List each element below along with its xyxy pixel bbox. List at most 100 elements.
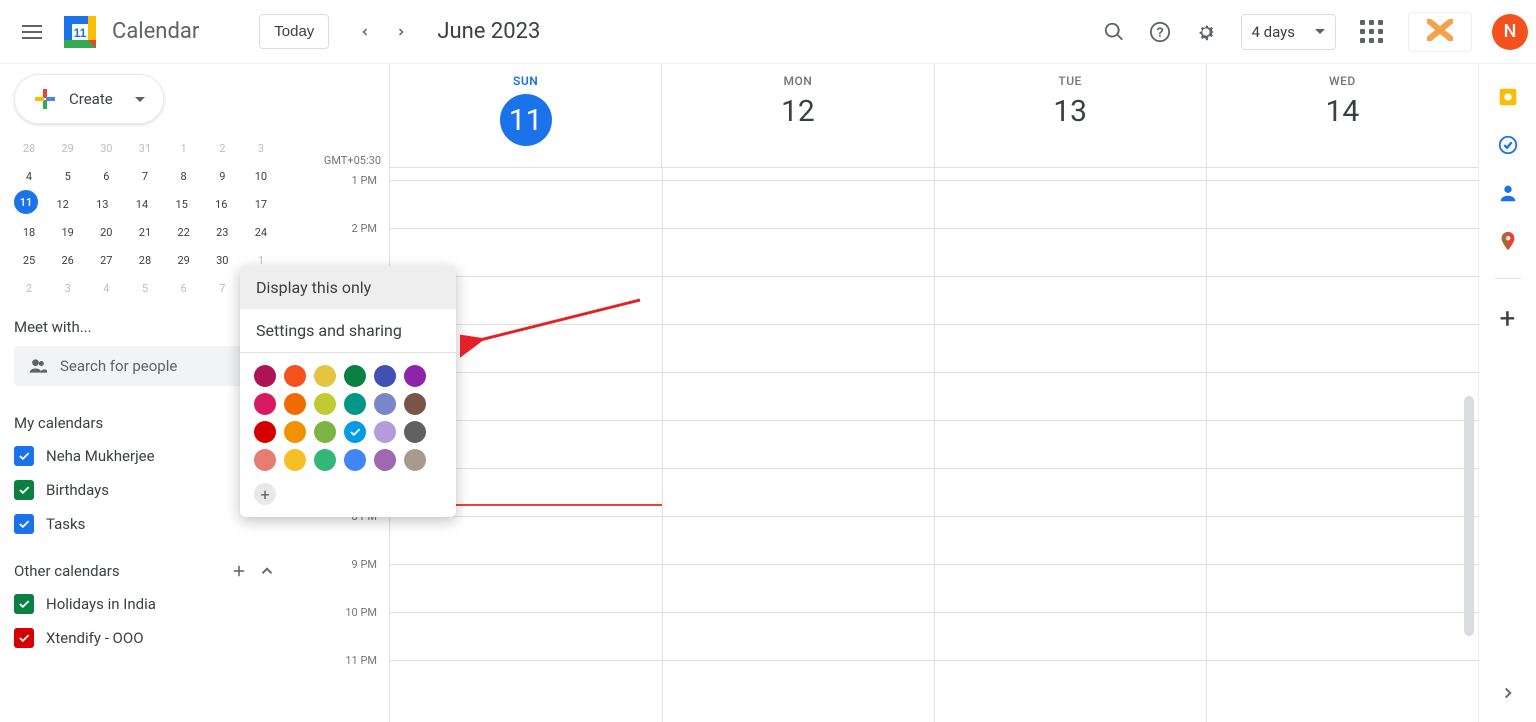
mini-cal-day[interactable]: 18 (14, 218, 44, 246)
mini-cal-day[interactable]: 27 (91, 246, 121, 274)
mini-cal-day[interactable]: 13 (87, 190, 117, 218)
mini-cal-day[interactable]: 8 (169, 162, 199, 190)
mini-cal-day[interactable]: 31 (130, 134, 160, 162)
google-apps-button[interactable] (1350, 11, 1392, 53)
contacts-button[interactable] (1497, 182, 1519, 204)
tasks-button[interactable] (1497, 134, 1519, 156)
mini-cal-day[interactable]: 6 (91, 162, 121, 190)
color-swatch[interactable] (374, 365, 396, 387)
mini-cal-day[interactable]: 26 (53, 246, 83, 274)
maps-button[interactable] (1497, 230, 1519, 252)
calendar-item[interactable]: Birthdays (14, 480, 276, 500)
mini-cal-day[interactable]: 15 (167, 190, 197, 218)
mini-cal-day[interactable]: 29 (169, 246, 199, 274)
support-button[interactable]: ? (1139, 11, 1181, 53)
mini-cal-day[interactable]: 16 (206, 190, 236, 218)
mini-cal-day[interactable]: 24 (246, 218, 276, 246)
settings-button[interactable] (1185, 11, 1227, 53)
mini-cal-day[interactable]: 5 (53, 162, 83, 190)
mini-cal-day[interactable]: 7 (207, 274, 237, 302)
extension-badge[interactable] (1408, 12, 1472, 52)
color-swatch[interactable] (404, 393, 426, 415)
calendar-checkbox[interactable] (14, 480, 34, 500)
calendar-checkbox[interactable] (14, 594, 34, 614)
account-avatar[interactable]: N (1492, 14, 1528, 50)
mini-cal-day[interactable]: 14 (127, 190, 157, 218)
mini-cal-day[interactable]: 30 (207, 246, 237, 274)
keep-button[interactable] (1497, 86, 1519, 108)
calendar-item[interactable]: Holidays in India (14, 594, 276, 614)
calendar-checkbox[interactable] (14, 514, 34, 534)
calendar-checkbox[interactable] (14, 446, 34, 466)
mini-cal-day[interactable]: 29 (53, 134, 83, 162)
mini-cal-day[interactable]: 2 (207, 134, 237, 162)
mini-cal-day[interactable]: 7 (130, 162, 160, 190)
get-addons-button[interactable]: + (1500, 305, 1516, 333)
main-menu-button[interactable] (8, 8, 56, 56)
color-swatch[interactable] (404, 449, 426, 471)
calendar-item[interactable]: Tasks (14, 514, 276, 534)
color-swatch[interactable] (284, 421, 306, 443)
color-swatch[interactable] (254, 421, 276, 443)
collapse-other-calendars-button[interactable] (258, 562, 276, 580)
color-swatch[interactable] (254, 449, 276, 471)
calendar-checkbox[interactable] (14, 628, 34, 648)
today-button[interactable]: Today (259, 14, 329, 49)
color-swatch[interactable] (344, 365, 366, 387)
mini-cal-day[interactable]: 12 (48, 190, 78, 218)
mini-cal-day[interactable]: 5 (130, 274, 160, 302)
search-button[interactable] (1093, 11, 1135, 53)
mini-cal-day[interactable]: 25 (14, 246, 44, 274)
day-header[interactable]: TUE13 (935, 64, 1207, 167)
mini-cal-day[interactable]: 9 (207, 162, 237, 190)
mini-cal-day[interactable]: 19 (53, 218, 83, 246)
mini-cal-day[interactable]: 6 (169, 274, 199, 302)
color-swatch[interactable] (254, 393, 276, 415)
calendar-item[interactable]: Neha Mukherjee (14, 446, 276, 466)
mini-cal-day[interactable]: 3 (246, 134, 276, 162)
color-swatch[interactable] (314, 365, 336, 387)
color-swatch[interactable] (374, 449, 396, 471)
color-swatch[interactable] (284, 449, 306, 471)
scrollbar-thumb[interactable] (1464, 396, 1474, 636)
mini-cal-day[interactable]: 17 (246, 190, 276, 218)
mini-cal-day[interactable]: 4 (91, 274, 121, 302)
color-swatch[interactable] (404, 421, 426, 443)
day-header[interactable]: SUN11 (390, 64, 662, 167)
color-swatch[interactable] (344, 393, 366, 415)
mini-cal-day[interactable]: 2 (14, 274, 44, 302)
mini-cal-day[interactable]: 1 (169, 134, 199, 162)
mini-cal-day[interactable]: 20 (91, 218, 121, 246)
mini-cal-day[interactable]: 28 (14, 134, 44, 162)
color-swatch[interactable] (374, 393, 396, 415)
calendar-item[interactable]: Xtendify - OOO (14, 628, 276, 648)
color-swatch[interactable] (314, 449, 336, 471)
day-header[interactable]: MON12 (662, 64, 934, 167)
display-only-option[interactable]: Display this only (240, 266, 456, 309)
color-swatch[interactable] (314, 393, 336, 415)
mini-cal-day[interactable]: 22 (169, 218, 199, 246)
color-swatch[interactable] (254, 365, 276, 387)
add-custom-color-button[interactable]: + (254, 483, 276, 505)
calendar-grid[interactable]: GMT+05:30 1 PM2 PM3 PM4 PM5 PM6 PM7 PM8 … (290, 64, 1478, 722)
color-swatch[interactable] (344, 421, 366, 443)
mini-cal-day[interactable]: 30 (91, 134, 121, 162)
collapse-side-panel-button[interactable] (1499, 684, 1517, 706)
mini-cal-day[interactable]: 23 (207, 218, 237, 246)
prev-period-button[interactable] (347, 14, 383, 50)
color-swatch[interactable] (404, 365, 426, 387)
color-swatch[interactable] (284, 365, 306, 387)
color-swatch[interactable] (344, 449, 366, 471)
view-selector[interactable]: 4 days (1241, 14, 1337, 50)
color-swatch[interactable] (284, 393, 306, 415)
day-header[interactable]: WED14 (1207, 64, 1478, 167)
color-swatch[interactable] (374, 421, 396, 443)
add-other-calendar-button[interactable] (230, 562, 248, 580)
mini-cal-day[interactable]: 10 (246, 162, 276, 190)
people-search-input[interactable]: Search for people (14, 346, 276, 386)
mini-cal-day[interactable]: 28 (130, 246, 160, 274)
settings-sharing-option[interactable]: Settings and sharing (240, 309, 456, 352)
mini-cal-day[interactable]: 11 (14, 190, 38, 214)
mini-cal-day[interactable]: 3 (53, 274, 83, 302)
mini-calendar[interactable]: 2829303112345678910111213141516171819202… (14, 134, 276, 302)
